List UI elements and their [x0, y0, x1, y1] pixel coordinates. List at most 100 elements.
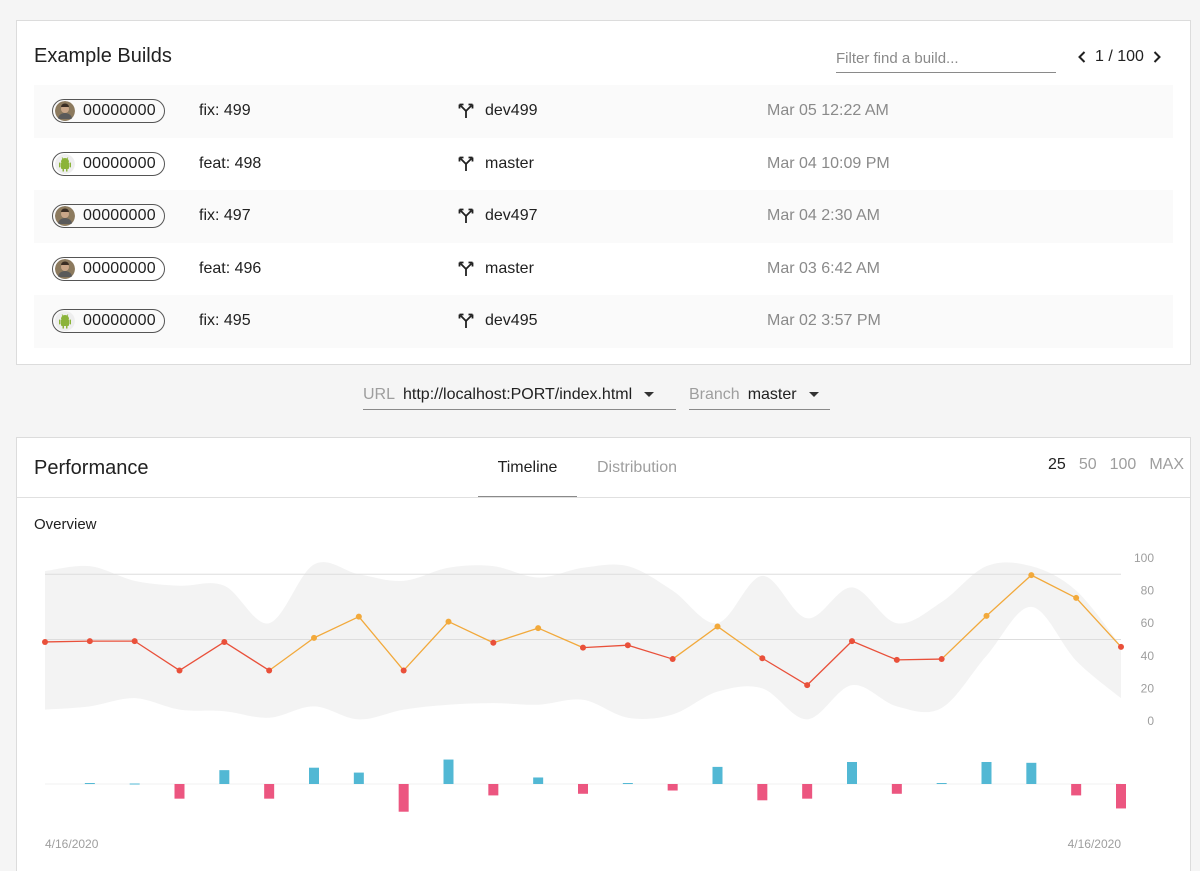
data-point	[714, 623, 721, 630]
band-layer	[45, 562, 1121, 720]
commit-hash-badge[interactable]: 00000000	[52, 204, 165, 229]
data-point	[86, 638, 93, 645]
filter-field[interactable]	[836, 45, 1056, 73]
person-avatar	[55, 101, 75, 122]
builds-title: Example Builds	[34, 45, 172, 67]
data-point	[42, 638, 48, 645]
data-point	[983, 612, 990, 619]
git-branch-icon	[457, 260, 475, 278]
build-date: Mar 03 6:42 AM	[767, 259, 880, 277]
url-select-label: URL	[363, 385, 396, 403]
data-point	[893, 656, 900, 663]
commit-hash: 00000000	[83, 312, 156, 330]
branch-select-label: Branch	[689, 385, 740, 403]
data-point	[804, 682, 811, 689]
data-point	[311, 634, 317, 641]
build-date: Mar 02 3:57 PM	[767, 312, 881, 330]
commit-hash-badge[interactable]: 00000000	[52, 256, 165, 281]
data-point	[849, 638, 855, 645]
dropdown-arrow-icon	[808, 392, 819, 397]
commit-hash: 00000000	[83, 102, 156, 120]
commit-hash-badge[interactable]: 00000000	[52, 99, 165, 124]
line-segment	[896, 658, 942, 661]
delta-bar-negative	[757, 784, 768, 801]
data-point	[669, 656, 676, 663]
data-point	[221, 638, 228, 645]
range-band	[45, 562, 1121, 720]
build-row[interactable]: 00000000 fix: 499 dev499 Mar 05 12:22 AM	[34, 85, 1173, 138]
data-point	[624, 642, 631, 649]
branch-cell: master	[457, 155, 534, 173]
delta-bar-positive	[847, 761, 857, 784]
commit-message: feat: 498	[199, 154, 262, 172]
delta-bar-negative	[1116, 784, 1126, 809]
y-tick-label: 60	[1141, 616, 1155, 630]
branch-cell: master	[457, 260, 534, 278]
bars-layer	[45, 759, 1126, 812]
delta-bar-positive	[712, 766, 723, 784]
url-select[interactable]: URL http://localhost:PORT/index.html	[363, 380, 676, 410]
performance-card: Performance Timeline Distribution 25 50 …	[16, 437, 1191, 871]
delta-bar-positive	[622, 783, 633, 785]
commit-message: fix: 497	[199, 207, 251, 225]
person-avatar	[55, 258, 75, 279]
delta-bar-positive	[443, 759, 454, 784]
data-point	[580, 644, 586, 651]
delta-bar-positive	[84, 783, 95, 785]
delta-bar-positive	[219, 770, 230, 784]
delta-bar-negative	[1071, 784, 1082, 796]
delta-bar-positive	[129, 783, 140, 785]
data-point	[535, 625, 542, 632]
data-point	[176, 667, 183, 674]
branch-select[interactable]: Branch master	[689, 380, 830, 410]
x-end-label: 4/16/2020	[1068, 837, 1122, 851]
android-avatar	[55, 311, 75, 332]
pager: 1 / 100	[1075, 47, 1164, 67]
data-point	[266, 667, 273, 674]
delta-bar-negative	[802, 784, 813, 799]
commit-hash-badge[interactable]: 00000000	[52, 309, 165, 334]
y-tick-label: 100	[1134, 551, 1154, 565]
android-avatar	[55, 153, 75, 174]
data-point	[1028, 572, 1035, 579]
build-row[interactable]: 00000000 feat: 498 master Mar 04 10:09 PM	[34, 138, 1173, 191]
delta-bar-negative	[578, 784, 588, 794]
delta-bar-positive	[1026, 762, 1037, 784]
build-date: Mar 04 2:30 AM	[767, 207, 880, 225]
delta-bar-positive	[936, 783, 947, 785]
commit-hash: 00000000	[83, 259, 156, 277]
dropdown-arrow-icon	[644, 392, 655, 397]
build-row[interactable]: 00000000 fix: 497 dev497 Mar 04 2:30 AM	[34, 190, 1173, 243]
delta-bar-positive	[309, 767, 319, 784]
line-segment	[44, 640, 90, 643]
delta-bar-negative	[264, 784, 275, 799]
commit-hash-badge[interactable]: 00000000	[52, 151, 165, 176]
data-point	[938, 656, 945, 663]
commit-hash: 00000000	[83, 207, 156, 225]
delta-bar-negative	[488, 784, 499, 796]
commit-message: feat: 496	[199, 259, 262, 277]
delta-bar-negative	[398, 784, 409, 812]
branch-name: master	[485, 154, 534, 172]
branch-select-value: master	[747, 385, 797, 403]
build-list: 00000000 fix: 499 dev499 Mar 05 12:22 AM 000…	[34, 85, 1173, 348]
data-point	[445, 618, 452, 625]
chevron-left-icon[interactable]	[1075, 47, 1089, 67]
data-point	[1073, 594, 1080, 601]
build-row[interactable]: 00000000 fix: 495 dev495 Mar 02 3:57 PM	[34, 295, 1173, 348]
y-tick-label: 20	[1141, 681, 1155, 695]
delta-bar-positive	[353, 772, 364, 784]
delta-bar-negative	[174, 784, 185, 799]
delta-bar-negative	[891, 784, 902, 794]
branch-name: dev499	[485, 102, 538, 120]
build-row[interactable]: 00000000 feat: 496 master Mar 03 6:42 AM	[34, 243, 1173, 296]
branch-name: dev495	[485, 312, 538, 330]
data-point	[400, 667, 407, 674]
delta-bar-positive	[981, 761, 992, 784]
filter-input[interactable]	[836, 45, 1056, 72]
branch-name: master	[485, 259, 534, 277]
chevron-right-icon[interactable]	[1150, 47, 1164, 67]
commit-message: fix: 499	[199, 102, 251, 120]
data-point	[355, 613, 362, 620]
delta-bar-positive	[533, 777, 544, 784]
